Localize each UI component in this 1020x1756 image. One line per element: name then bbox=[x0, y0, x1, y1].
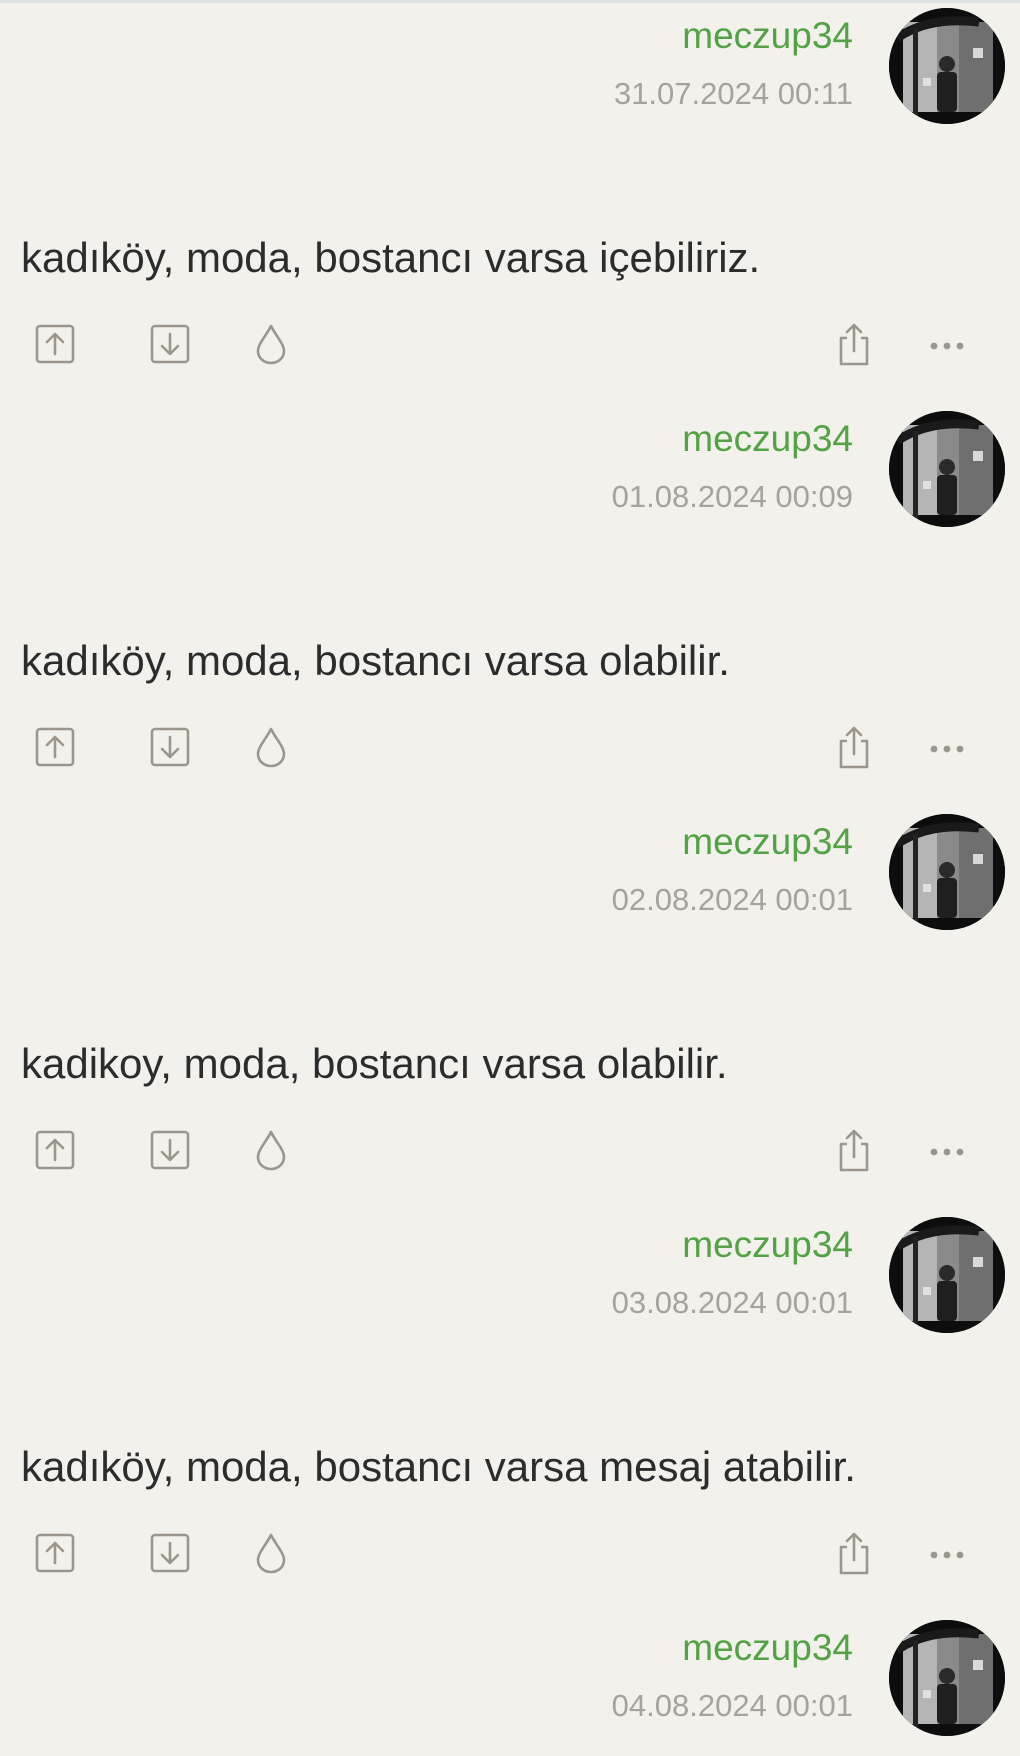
downvote-button[interactable] bbox=[142, 316, 198, 372]
share-icon bbox=[839, 323, 869, 366]
avatar[interactable] bbox=[889, 1620, 1005, 1736]
more-icon bbox=[930, 745, 964, 753]
downvote-icon bbox=[150, 1533, 190, 1573]
author-name[interactable]: meczup34 bbox=[682, 418, 853, 460]
upvote-button[interactable] bbox=[27, 316, 83, 372]
upvote-button[interactable] bbox=[27, 1122, 83, 1178]
avatar-image bbox=[889, 1217, 1005, 1333]
entry-text: kadıköy, moda, bostancı varsa içebiliriz… bbox=[21, 234, 761, 281]
entry-author-block: meczup34 02.08.2024 00:01 bbox=[0, 806, 1020, 936]
avatar-image bbox=[889, 411, 1005, 527]
upvote-icon bbox=[35, 1130, 75, 1170]
share-button[interactable] bbox=[826, 1122, 882, 1178]
avatar[interactable] bbox=[889, 814, 1005, 930]
drop-button[interactable] bbox=[243, 1122, 299, 1178]
share-button[interactable] bbox=[826, 316, 882, 372]
more-button[interactable] bbox=[919, 316, 975, 372]
upvote-button[interactable] bbox=[27, 1525, 83, 1581]
drop-button[interactable] bbox=[243, 719, 299, 775]
entry-action-bar bbox=[0, 1525, 1020, 1581]
avatar-image bbox=[889, 8, 1005, 124]
more-icon bbox=[930, 1551, 964, 1559]
author-name[interactable]: meczup34 bbox=[682, 1627, 853, 1669]
share-icon bbox=[839, 1129, 869, 1172]
drop-icon bbox=[256, 727, 286, 768]
entry-text: kadikoy, moda, bostancı varsa olabilir. bbox=[21, 1040, 728, 1087]
entry-author-block: meczup34 03.08.2024 00:01 bbox=[0, 1209, 1020, 1339]
downvote-icon bbox=[150, 324, 190, 364]
drop-icon bbox=[256, 1130, 286, 1171]
entry-action-bar bbox=[0, 719, 1020, 775]
entry-author-block: meczup34 04.08.2024 00:01 bbox=[0, 1612, 1020, 1742]
more-icon bbox=[930, 342, 964, 350]
entry-author-block: meczup34 31.07.2024 00:11 bbox=[0, 0, 1020, 130]
share-button[interactable] bbox=[826, 1525, 882, 1581]
entry-date[interactable]: 02.08.2024 00:01 bbox=[612, 882, 853, 918]
avatar[interactable] bbox=[889, 411, 1005, 527]
avatar[interactable] bbox=[889, 1217, 1005, 1333]
downvote-icon bbox=[150, 1130, 190, 1170]
entry-text: kadıköy, moda, bostancı varsa mesaj atab… bbox=[21, 1443, 856, 1490]
downvote-button[interactable] bbox=[142, 719, 198, 775]
share-button[interactable] bbox=[826, 719, 882, 775]
downvote-button[interactable] bbox=[142, 1122, 198, 1178]
drop-icon bbox=[256, 324, 286, 365]
drop-icon bbox=[256, 1533, 286, 1574]
entry-author-block: meczup34 01.08.2024 00:09 bbox=[0, 403, 1020, 533]
downvote-icon bbox=[150, 727, 190, 767]
share-icon bbox=[839, 1532, 869, 1575]
more-button[interactable] bbox=[919, 1525, 975, 1581]
entry-date[interactable]: 01.08.2024 00:09 bbox=[612, 479, 853, 515]
entry-date[interactable]: 03.08.2024 00:01 bbox=[612, 1285, 853, 1321]
entry-action-bar bbox=[0, 316, 1020, 372]
entry-date[interactable]: 04.08.2024 00:01 bbox=[612, 1688, 853, 1724]
avatar-image bbox=[889, 814, 1005, 930]
entry-action-bar bbox=[0, 1122, 1020, 1178]
upvote-button[interactable] bbox=[27, 719, 83, 775]
downvote-button[interactable] bbox=[142, 1525, 198, 1581]
upvote-icon bbox=[35, 1533, 75, 1573]
entry-text: kadıköy, moda, bostancı varsa olabilir. bbox=[21, 637, 730, 684]
entry-date[interactable]: 31.07.2024 00:11 bbox=[614, 76, 853, 112]
drop-button[interactable] bbox=[243, 316, 299, 372]
more-button[interactable] bbox=[919, 1122, 975, 1178]
more-button[interactable] bbox=[919, 719, 975, 775]
avatar-image bbox=[889, 1620, 1005, 1736]
upvote-icon bbox=[35, 324, 75, 364]
upvote-icon bbox=[35, 727, 75, 767]
author-name[interactable]: meczup34 bbox=[682, 1224, 853, 1266]
share-icon bbox=[839, 726, 869, 769]
avatar[interactable] bbox=[889, 8, 1005, 124]
drop-button[interactable] bbox=[243, 1525, 299, 1581]
author-name[interactable]: meczup34 bbox=[682, 821, 853, 863]
more-icon bbox=[930, 1148, 964, 1156]
author-name[interactable]: meczup34 bbox=[682, 15, 853, 57]
